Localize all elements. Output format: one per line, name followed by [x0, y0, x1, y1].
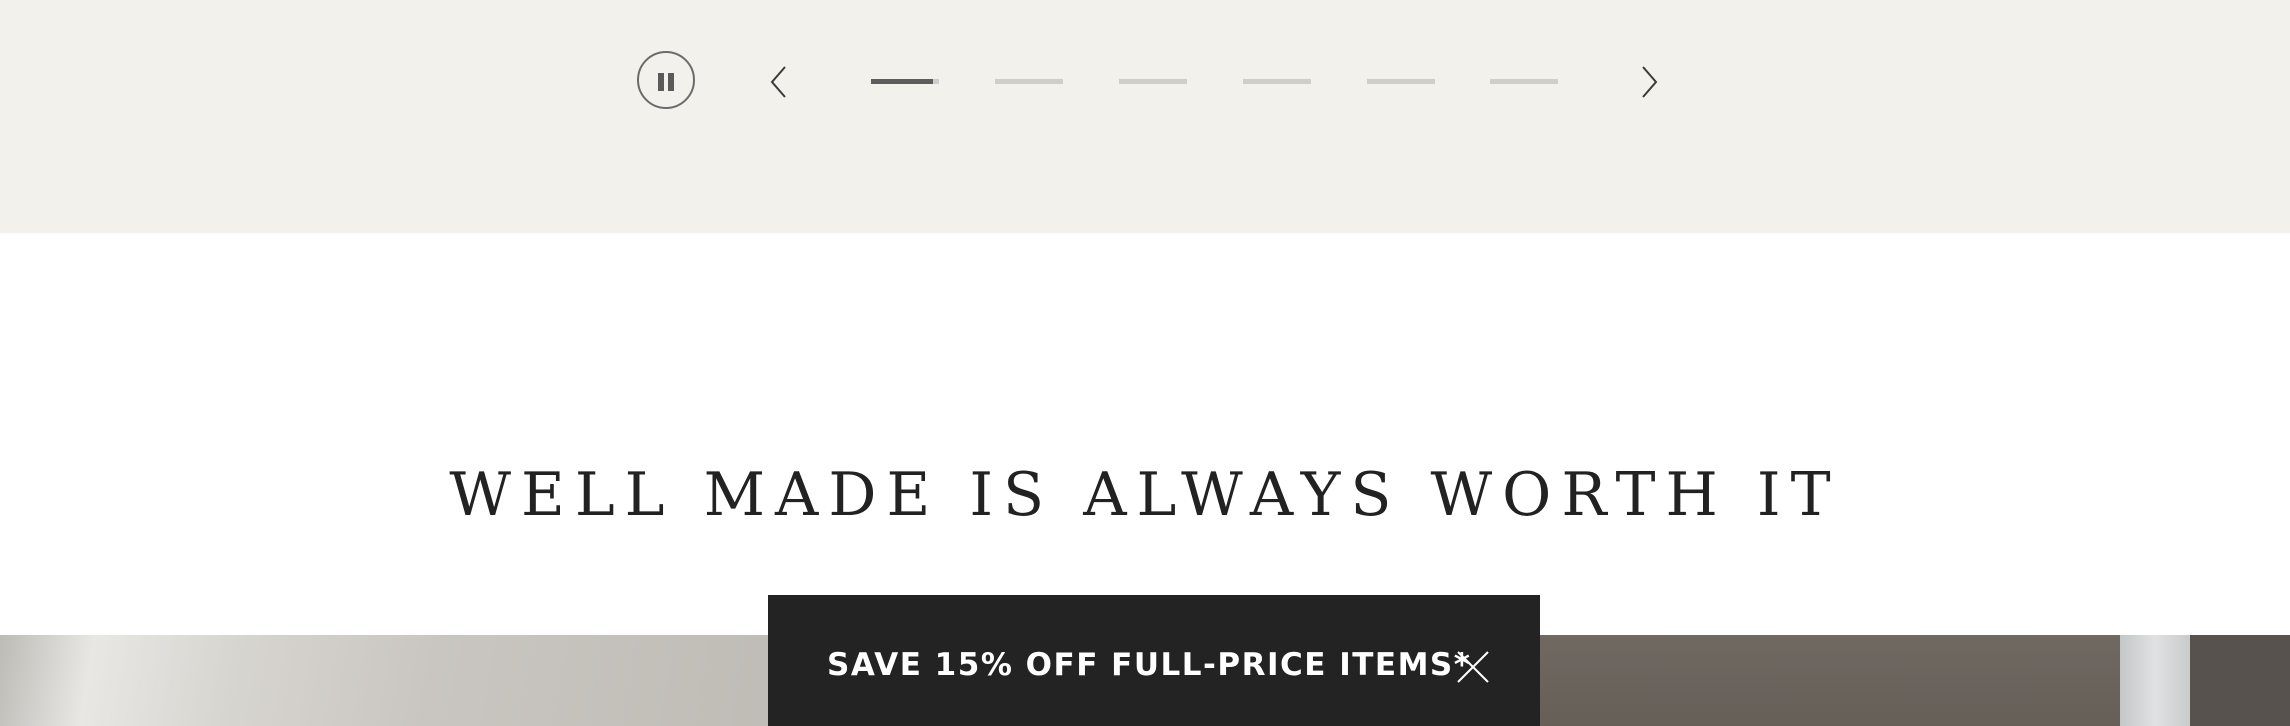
promo-banner[interactable]: SAVE 15% OFF FULL-PRICE ITEMS* — [768, 595, 1540, 726]
close-promo-button[interactable] — [1456, 650, 1490, 684]
pause-icon — [658, 73, 664, 91]
chevron-left-icon — [770, 66, 786, 98]
slide-indicator-1[interactable] — [871, 79, 939, 84]
promo-text[interactable]: SAVE 15% OFF FULL-PRICE ITEMS* — [827, 647, 1471, 683]
section-headline: WELL MADE IS ALWAYS WORTH IT — [449, 460, 1841, 530]
carousel-controls — [0, 0, 2290, 233]
slide-progress-fill — [871, 79, 933, 84]
slide-indicator-2[interactable] — [995, 79, 1063, 84]
slide-indicator-3[interactable] — [1119, 79, 1187, 84]
close-icon — [1457, 651, 1489, 683]
slide-indicator-6[interactable] — [1490, 79, 1558, 84]
slide-indicator-5[interactable] — [1367, 79, 1435, 84]
next-slide-button[interactable] — [1636, 62, 1662, 102]
pause-button[interactable] — [637, 51, 695, 109]
chevron-right-icon — [1642, 66, 1658, 98]
previous-slide-button[interactable] — [766, 62, 792, 102]
slide-indicator-4[interactable] — [1243, 79, 1311, 84]
